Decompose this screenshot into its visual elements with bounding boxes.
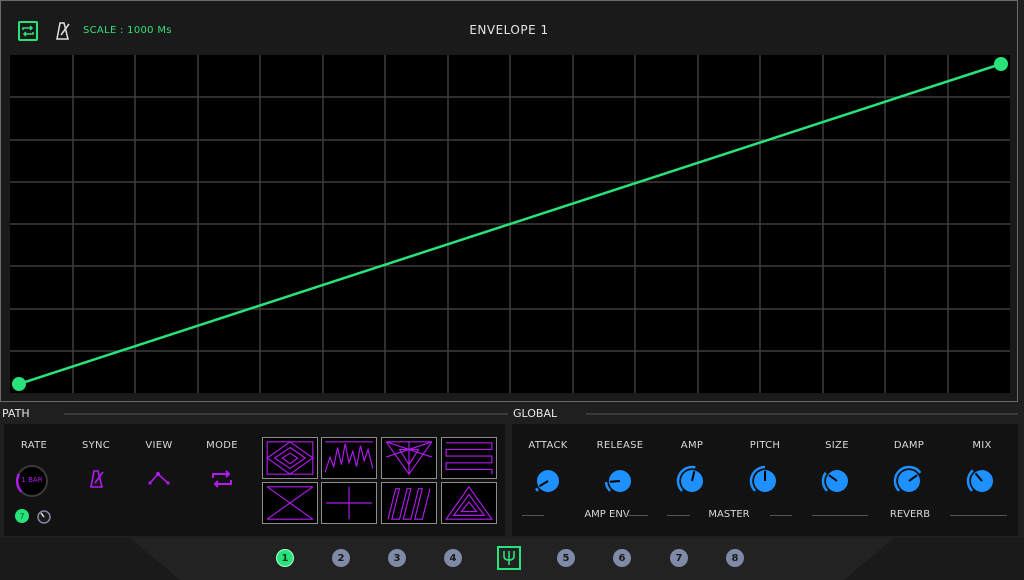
shape-noise-button[interactable] xyxy=(321,437,377,479)
app-root: SCALE : 1000 Ms ENVELOPE 1 PATH GLOBAL R… xyxy=(0,0,1024,580)
sync-metronome-icon[interactable] xyxy=(88,468,106,490)
envelope-tab-7[interactable]: 7 xyxy=(670,549,688,567)
envelope-panel: SCALE : 1000 Ms ENVELOPE 1 xyxy=(0,0,1018,402)
mode-loop-icon[interactable] xyxy=(210,470,234,488)
shape-star-button[interactable] xyxy=(381,437,437,479)
path-section-divider xyxy=(64,413,508,415)
knob-label-mix: MIX xyxy=(972,440,992,451)
knob-label-damp: DAMP xyxy=(893,440,925,451)
group-divider xyxy=(812,515,868,516)
envelope-header: SCALE : 1000 Ms ENVELOPE 1 xyxy=(1,1,1017,51)
shape-plus-button[interactable] xyxy=(321,482,377,524)
knob-label-attack: ATTACK xyxy=(528,440,568,451)
knob-pointer xyxy=(609,480,621,483)
path-section-label: PATH xyxy=(2,407,30,420)
knob-label-amp: AMP xyxy=(680,440,704,451)
envelope-start-node[interactable] xyxy=(12,377,26,391)
envelope-tab-1[interactable]: 1 xyxy=(276,549,294,567)
envelope-tab-8[interactable]: 8 xyxy=(726,549,744,567)
group-divider xyxy=(624,515,648,516)
knob-label-pitch: PITCH xyxy=(749,440,781,451)
knob-release[interactable] xyxy=(604,465,636,497)
group-label-reverb: REVERB xyxy=(889,509,931,520)
envelope-title: ENVELOPE 1 xyxy=(469,23,549,37)
knob-label-size: SIZE xyxy=(825,440,849,451)
knob-label-release: RELEASE xyxy=(596,440,644,451)
shape-triangle-button[interactable] xyxy=(441,482,497,524)
rate-value: 1 BAR xyxy=(21,476,43,484)
fork-icon[interactable] xyxy=(497,546,521,570)
envelope-tab-5[interactable]: 5 xyxy=(557,549,575,567)
path-panel: RATE SYNC VIEW MODE 1 BAR 7 xyxy=(4,424,505,536)
envelope-tab-4[interactable]: 4 xyxy=(444,549,462,567)
envelope-tab-2[interactable]: 2 xyxy=(332,549,350,567)
knob-attack[interactable] xyxy=(532,465,564,497)
mode-label: MODE xyxy=(206,440,238,451)
knob-amp[interactable] xyxy=(676,465,708,497)
envelope-tab-6[interactable]: 6 xyxy=(613,549,631,567)
view-path-icon[interactable] xyxy=(148,470,170,486)
view-label: VIEW xyxy=(145,440,173,451)
global-panel: ATTACK RELEASE AMP PITCH SIZE DAMP MIX AMP ENV M… xyxy=(512,424,1018,536)
envelope-nav-bar: 1 2 3 4 5 6 7 8 xyxy=(0,538,1024,580)
mini-knob-icon[interactable] xyxy=(37,509,51,524)
sync-label: SYNC xyxy=(81,440,111,451)
rate-label: RATE xyxy=(20,440,48,451)
knob-pitch[interactable] xyxy=(749,465,781,497)
knob-arc xyxy=(534,487,540,492)
group-divider xyxy=(770,515,792,516)
group-divider xyxy=(667,515,690,516)
global-section-label: GLOBAL xyxy=(513,407,558,420)
envelope-graph[interactable] xyxy=(10,55,1010,393)
shape-lines-button[interactable] xyxy=(441,437,497,479)
shape-cross-button[interactable] xyxy=(262,482,318,524)
envelope-grid[interactable] xyxy=(10,55,1010,393)
group-label-master: MASTER xyxy=(708,509,750,520)
knob-damp[interactable] xyxy=(893,465,925,497)
rate-knob[interactable]: 1 BAR xyxy=(15,464,49,498)
shape-spiral-square-button[interactable] xyxy=(262,437,318,479)
envelope-tab-3[interactable]: 3 xyxy=(388,549,406,567)
group-divider xyxy=(950,515,1007,516)
knob-mix[interactable] xyxy=(966,465,998,497)
rate-badge[interactable]: 7 xyxy=(15,509,29,523)
group-divider xyxy=(522,515,544,516)
shape-zigzag-button[interactable] xyxy=(381,482,437,524)
global-section-divider xyxy=(586,413,1018,415)
envelope-end-node[interactable] xyxy=(994,57,1008,71)
knob-size[interactable] xyxy=(821,465,853,497)
